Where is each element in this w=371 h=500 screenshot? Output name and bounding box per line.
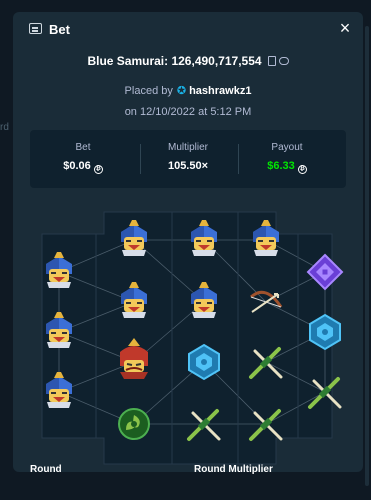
bet-date: on 12/10/2022 at 5:12 PM [124, 106, 252, 118]
stat-bet: Bet $0.06 ₿ [38, 142, 128, 174]
stat-multiplier: Multiplier 105.50× [143, 142, 233, 172]
modal-header: Bet × [13, 12, 363, 46]
placed-by-label: Placed by [124, 85, 173, 97]
bet-value: $0.06 [63, 160, 91, 172]
username-link[interactable]: hashrawkz1 [189, 85, 251, 97]
round-label: Round [30, 464, 62, 475]
multiplier-label: Multiplier [167, 142, 208, 153]
bet-modal: Bet × Blue Samurai: 126,490,717,554 Plac… [13, 12, 363, 472]
coin-icon: ₿ [93, 165, 103, 174]
multiplier-value: 105.50× [167, 160, 209, 172]
game-board [41, 211, 343, 465]
coin-icon: ₿ [297, 165, 307, 174]
scrollbar[interactable] [365, 26, 369, 486]
bet-label: Bet [75, 142, 91, 153]
link-icon[interactable] [278, 57, 289, 65]
close-button[interactable]: × [335, 18, 355, 38]
placed-by-line: Placed by ✪ hashrawkz1 [13, 84, 363, 97]
bet-stats-panel: Bet $0.06 ₿ Multiplier 105.50× Payout $6.… [30, 130, 346, 188]
game-id-text: Blue Samurai: 126,490,717,554 [87, 54, 262, 68]
divider [140, 144, 141, 174]
background-text: rd [0, 122, 9, 133]
copy-icon[interactable] [267, 56, 276, 66]
round-multiplier-label: Round Multiplier [194, 464, 273, 475]
stat-payout: Payout $6.33 ₿ [242, 142, 332, 174]
game-id-line: Blue Samurai: 126,490,717,554 [13, 54, 363, 68]
divider [238, 144, 239, 174]
star-icon: ✪ [176, 85, 187, 97]
green-circle-icon [118, 408, 150, 440]
payout-label: Payout [271, 142, 303, 153]
payout-value: $6.33 [267, 160, 295, 172]
receipt-icon [29, 23, 42, 34]
board-frame [41, 211, 333, 465]
modal-title: Bet [49, 22, 70, 37]
